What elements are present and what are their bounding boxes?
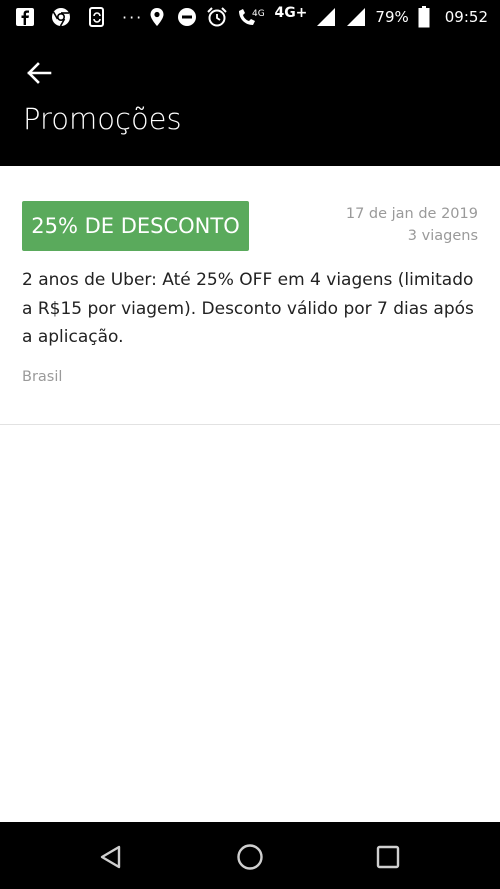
battery-icon (417, 6, 431, 28)
back-triangle-icon[interactable] (98, 844, 124, 870)
promo-description: 2 anos de Uber: Até 25% OFF em 4 viagens… (22, 270, 474, 347)
facebook-icon (14, 6, 36, 28)
promo-card[interactable]: 25% DE DESCONTO 17 de jan de 2019 3 viag… (0, 166, 500, 425)
sync-icon (86, 6, 108, 28)
promo-meta: 17 de jan de 2019 3 viagens (346, 203, 478, 247)
navigation-bar (0, 822, 500, 889)
signal-icon (315, 6, 337, 28)
app-bar: Promoções (0, 36, 500, 166)
do-not-disturb-icon (176, 6, 198, 28)
page-title: Promoções (23, 102, 182, 136)
promo-region: Brasil (22, 369, 63, 385)
clock-time: 09:52 (444, 8, 488, 26)
recents-square-icon[interactable] (376, 845, 400, 869)
battery-percentage: 79% (375, 8, 409, 26)
nav-back-button[interactable] (94, 840, 128, 874)
promo-date: 17 de jan de 2019 (345, 206, 478, 222)
location-icon (146, 6, 168, 28)
small-network-label: 4G (252, 9, 265, 19)
home-circle-icon[interactable] (236, 843, 264, 871)
alarm-icon (206, 6, 228, 28)
back-button[interactable] (20, 56, 58, 90)
status-bar: ··· 4G 4G+ 79% 09:52 (0, 0, 500, 36)
status-bar-left: ··· (14, 6, 143, 28)
network-type: 4G+ (274, 5, 308, 21)
nav-home-button[interactable] (233, 840, 267, 874)
arrow-left-icon[interactable] (26, 61, 52, 85)
more-notifications-dots: ··· (122, 7, 144, 27)
signal-icon-secondary (345, 6, 367, 28)
discount-badge: 25% DE DESCONTO (22, 201, 249, 251)
nav-recents-button[interactable] (371, 840, 405, 874)
status-bar-right: 4G 4G+ 79% 09:52 (146, 5, 488, 28)
chrome-icon (50, 6, 72, 28)
wifi-call-icon: 4G (236, 6, 266, 28)
promo-trips: 3 viagens (407, 228, 478, 244)
